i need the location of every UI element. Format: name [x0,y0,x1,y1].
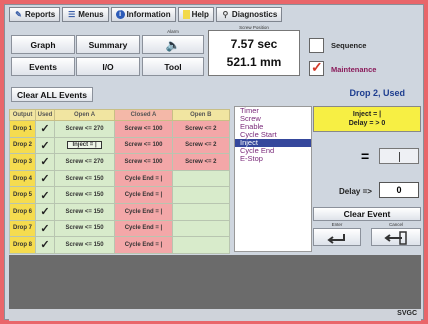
col-open-b: Open B [171,109,231,121]
help-icon [182,10,190,19]
sequence-label: Sequence [331,41,367,50]
state-value-field[interactable] [379,148,419,164]
menu-menus[interactable]: ☰ Menus [62,7,109,22]
menu-information[interactable]: i Information [110,7,176,22]
alarm-button[interactable]: 🔈 [142,35,204,54]
selected-cell[interactable]: Inject = | [67,141,102,150]
io-button[interactable]: I/O [76,57,140,76]
clear-all-events-button[interactable]: Clear ALL Events [11,87,93,102]
table-row[interactable]: Drop 7 ✓ Screw <= 150 Cycle End = | [8,219,231,238]
delay-label: Delay => [339,187,372,196]
cancel-button[interactable] [371,228,421,246]
table-header: Output Used Open A Closed A Open B [8,109,231,121]
table-row[interactable]: Drop 2 ✓ Inject = | Screw <= 100 Screw <… [8,136,231,155]
diagnostics-icon: ⚲ [222,10,229,19]
maintenance-checkbox[interactable]: ✓ [309,59,324,76]
menus-icon: ☰ [68,10,76,19]
table-row[interactable]: Drop 6 ✓ Screw <= 150 Cycle End = | [8,202,231,221]
events-button[interactable]: Events [11,57,75,76]
checkmark-icon: ✓ [311,59,323,75]
col-open-a: Open A [53,109,116,121]
status-bar: SVGC [9,309,421,321]
menu-diagnostics[interactable]: ⚲ Diagnostics [215,7,283,22]
table-row[interactable]: Drop 3 ✓ Screw <= 270 Screw <= 100 Screw… [8,153,231,171]
brand-label: SVGC [397,310,417,317]
delay-input[interactable]: 0 [379,182,419,198]
event-type-list[interactable]: Timer Screw Enable Cycle Start Inject Cy… [234,106,312,252]
menu-help[interactable]: Help [177,7,214,22]
distance-readout: 521.1 mm [226,55,282,69]
speaker-icon: 🔈 [165,37,181,52]
table-row[interactable]: Drop 4 ✓ Screw <= 150 Cycle End = | [8,169,231,188]
table-row[interactable]: Drop 5 ✓ Screw <= 150 Cycle End = | [8,186,231,204]
summary-button[interactable]: Summary [76,35,140,54]
enter-label: Enter [331,222,343,227]
sequence-checkbox[interactable] [309,38,324,53]
time-readout: 7.57 sec [230,37,278,51]
graph-area [9,255,421,309]
events-table: Output Used Open A Closed A Open B Drop … [8,109,231,254]
col-closed-a: Closed A [114,109,173,121]
condition-summary: Inject = | Delay = > 0 [313,106,421,132]
enter-icon [327,234,345,244]
alarm-label: Alarm [167,29,179,34]
reports-icon: ✎ [15,10,22,19]
enter-button[interactable] [313,228,361,246]
cancel-label: Cancel [388,222,403,227]
graph-button[interactable]: Graph [11,35,75,54]
info-icon: i [115,10,125,19]
clear-event-button[interactable]: Clear Event [313,207,421,221]
table-row[interactable]: Drop 1 ✓ Screw <= 270 Screw <= 100 Screw… [8,120,231,138]
equals-sign: = [361,148,370,164]
menu-reports[interactable]: ✎ Reports [9,7,61,22]
position-readout: 7.57 sec 521.1 mm [208,30,300,76]
main-window: ✎ Reports ☰ Menus i Information Help ⚲ D… [4,4,424,321]
cancel-icon [384,231,407,245]
col-used: Used [35,109,55,121]
col-output: Output [8,109,37,121]
table-row[interactable]: Drop 8 ✓ Screw <= 150 Cycle End = | [8,236,231,254]
panel-title: Drop 2, Used [349,88,405,98]
list-item[interactable]: E-Stop [235,155,311,163]
tool-button[interactable]: Tool [142,57,204,76]
maintenance-label: Maintenance [331,65,377,74]
menu-bar: ✎ Reports ☰ Menus i Information Help ⚲ D… [9,7,283,23]
window-frame: ✎ Reports ☰ Menus i Information Help ⚲ D… [0,0,428,324]
